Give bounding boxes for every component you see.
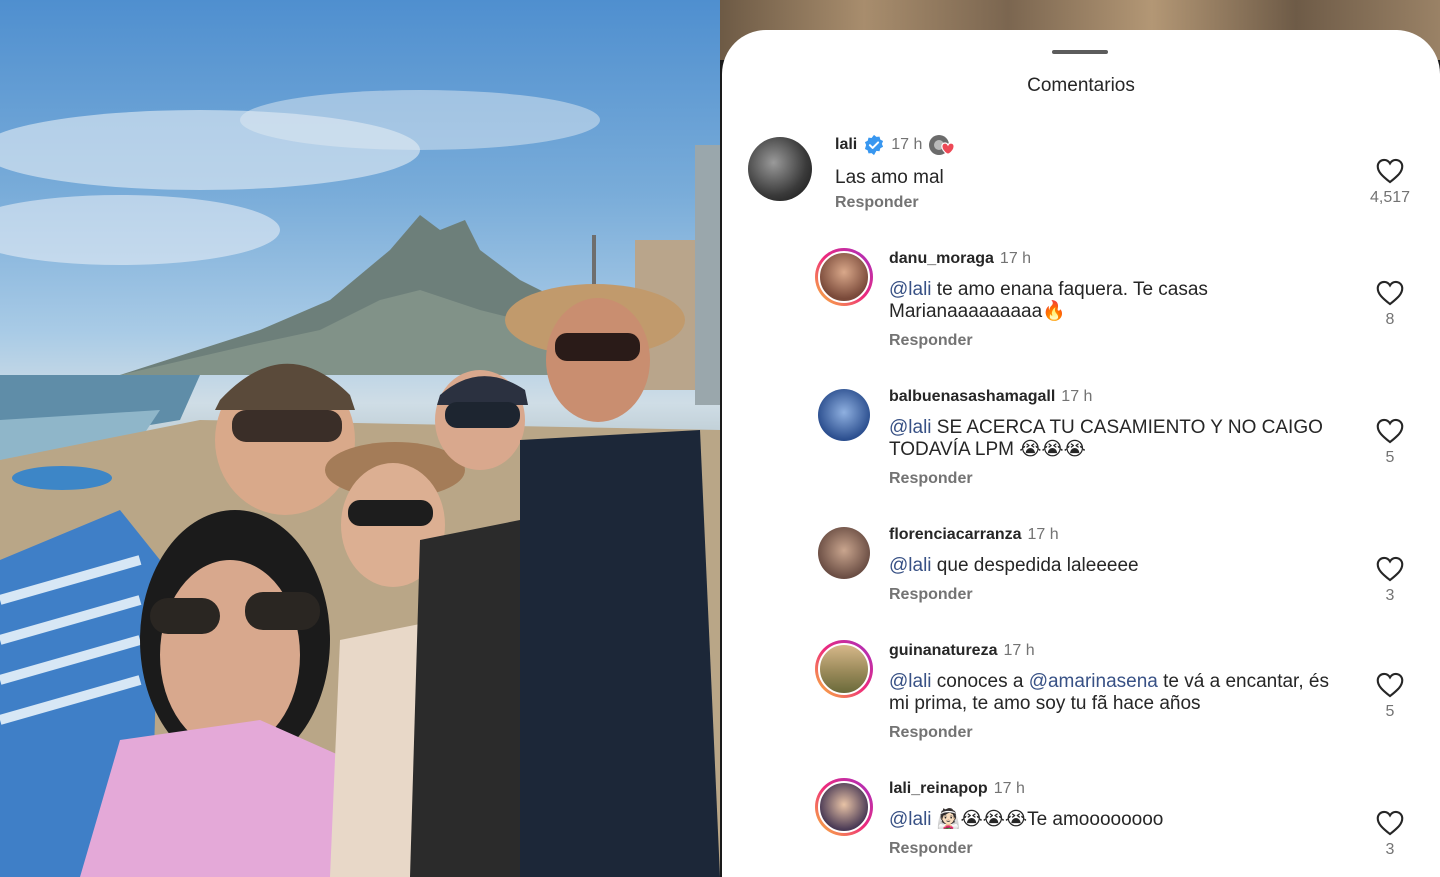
heart-outline-icon[interactable] [1376,418,1404,444]
comment-item: lali 17 h Las amo mal Responder 4,517 [722,134,1440,226]
mention-link[interactable]: @lali [889,555,932,576]
comment-text: Las amo mal [835,167,944,188]
like-button[interactable]: 3 [1365,556,1415,605]
mention-link[interactable]: @lali [889,809,932,830]
like-count: 3 [1385,841,1395,858]
reply-button[interactable]: Responder [889,332,973,350]
drag-handle[interactable] [1052,50,1108,54]
beach-photo-illustration [0,90,720,877]
comment-text-part: te amo enana faquera. Te casas [931,279,1208,300]
comment-username[interactable]: guinanatureza [889,642,997,660]
comments-sheet: Comentarios lali 17 h Las amo mal Respon… [722,30,1440,877]
author-liked-heart-icon [929,135,956,155]
comment-text-part: que despedida laleeeee [931,555,1139,576]
heart-outline-icon[interactable] [1376,810,1404,836]
like-button[interactable]: 3 [1365,810,1415,859]
heart-outline-icon[interactable] [1376,158,1404,184]
comment-text: @lali que despedida laleeeee [889,555,1349,577]
comment-username[interactable]: danu_moraga [889,250,994,268]
reply-button[interactable]: Responder [835,194,919,212]
like-count: 8 [1385,311,1395,328]
comment-text-part: TODAVÍA LPM 😭😭😭 [889,439,1086,460]
comment-item: florenciacarranza 17 h @lali que despedi… [722,526,1440,626]
mention-link[interactable]: @amarinasena [1029,671,1158,692]
comment-time: 17 h [1027,526,1059,543]
heart-outline-icon[interactable] [1376,556,1404,582]
comment-text-part: mi prima, te amo soy tu fã hace años [889,693,1201,714]
comment-username[interactable]: florenciacarranza [889,526,1022,544]
comment-text-part: te vá a encantar, és [1157,671,1329,692]
sheet-title: Comentarios [1027,75,1135,96]
comment-username[interactable]: lali_reinapop [889,780,988,798]
comment-time: 17 h [1003,642,1035,659]
reply-button[interactable]: Responder [889,586,973,604]
like-count: 5 [1385,703,1395,720]
heart-outline-icon[interactable] [1376,672,1404,698]
reply-button[interactable]: Responder [889,470,973,488]
comment-text-part: Marianaaaaaaaaa🔥 [889,301,1066,322]
heart-outline-icon[interactable] [1376,280,1404,306]
verified-badge-icon [865,134,884,156]
like-count: 4,517 [1369,189,1411,206]
like-count: 3 [1385,587,1395,604]
avatar[interactable] [815,640,873,698]
avatar[interactable] [815,248,873,306]
like-button[interactable]: 5 [1365,418,1415,467]
reply-button[interactable]: Responder [889,724,973,742]
comment-text: @lali conoces a @amarinasena te vá a enc… [889,671,1359,715]
like-count: 5 [1385,449,1395,466]
avatar[interactable] [748,137,812,201]
comment-item: danu_moraga 17 h @lali te amo enana faqu… [722,248,1440,370]
comment-time: 17 h [891,136,923,153]
comment-username[interactable]: balbuenasashamagall [889,388,1055,406]
author-liked-badge [928,134,956,156]
comment-text-part: 👰🏻😭😭😭Te amoooooooo [931,809,1164,830]
comment-item: lali_reinapop 17 h @lali 👰🏻😭😭😭Te amooooo… [722,778,1440,877]
like-button[interactable]: 8 [1365,280,1415,329]
avatar[interactable] [818,389,870,441]
mention-link[interactable]: @lali [889,417,932,438]
avatar[interactable] [815,778,873,836]
comment-text: @lali SE ACERCA TU CASAMIENTO Y NO CAIGO… [889,417,1349,461]
comment-text-part: conoces a [931,671,1029,692]
reply-button[interactable]: Responder [889,840,973,858]
avatar[interactable] [818,527,870,579]
post-photo [0,0,720,877]
comment-time: 17 h [999,250,1032,267]
comment-text-part: SE ACERCA TU CASAMIENTO Y NO CAIGO [931,417,1323,438]
comment-item: balbuenasashamagall 17 h @lali SE ACERCA… [722,388,1440,508]
like-button[interactable]: 5 [1365,672,1415,721]
like-button[interactable]: 4,517 [1365,158,1415,207]
mention-link[interactable]: @lali [889,671,932,692]
mention-link[interactable]: @lali [889,279,932,300]
comment-text: @lali te amo enana faquera. Te casas Mar… [889,279,1349,323]
comment-time: 17 h [993,780,1025,797]
comment-text: @lali 👰🏻😭😭😭Te amoooooooo [889,809,1349,831]
comment-item: guinanatureza 17 h @lali conoces a @amar… [722,640,1440,762]
comment-username[interactable]: lali [835,136,857,154]
comment-time: 17 h [1061,388,1093,405]
